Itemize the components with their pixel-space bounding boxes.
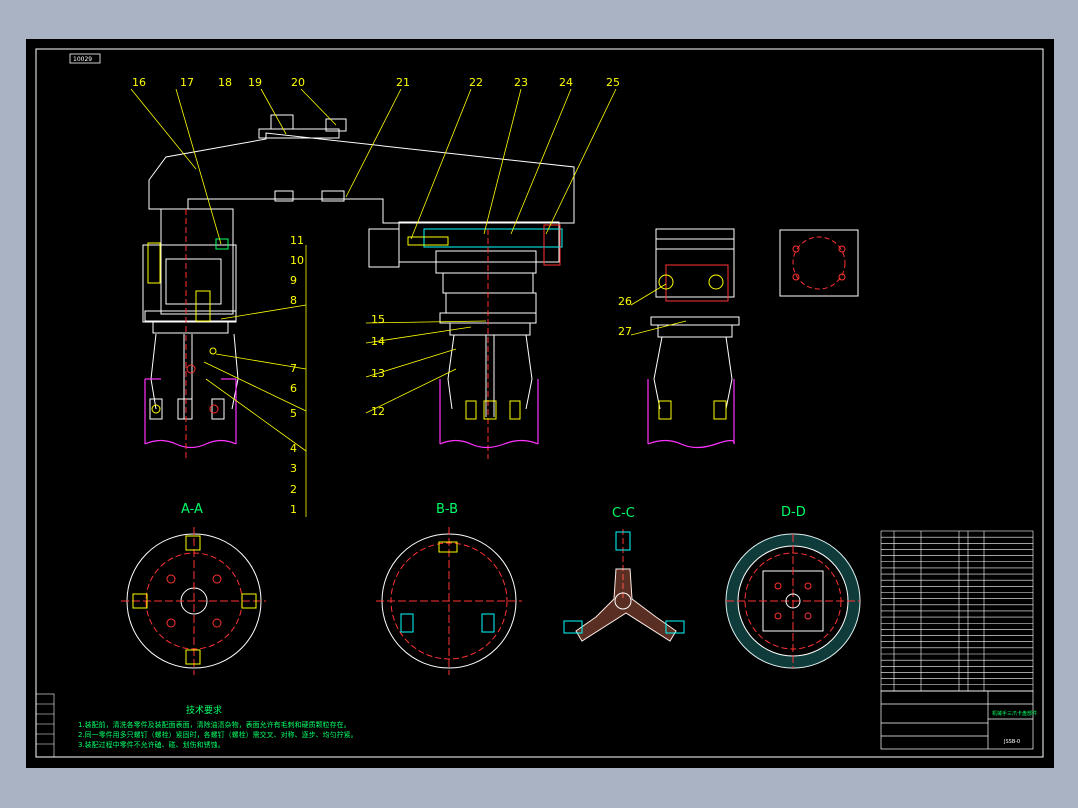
part-number-16: 16 (132, 76, 146, 89)
part-number-8: 8 (290, 294, 297, 307)
part-number-7: 7 (290, 362, 297, 375)
part-number-3: 3 (290, 462, 297, 475)
corner-tag-text: 10029 (73, 56, 92, 63)
part-number-25: 25 (606, 76, 620, 89)
drawing-sheet: 10029 16 17 18 19 20 21 22 23 24 25 11 1… (26, 39, 1054, 768)
part-number-11: 11 (290, 234, 304, 247)
middle-assembly-view (368, 221, 560, 417)
parts-list-table (880, 530, 1034, 692)
left-workpiece (144, 378, 237, 449)
left-assembly-view (142, 114, 575, 420)
part-number-10: 10 (290, 254, 304, 267)
part-number-13: 13 (371, 367, 385, 380)
section-label-c-c: C-C (612, 506, 635, 521)
section-a-a: A-A (121, 502, 266, 675)
section-b-b: B-B (376, 502, 522, 675)
part-number-17: 17 (180, 76, 194, 89)
part-number-9: 9 (290, 274, 297, 287)
part-number-20: 20 (291, 76, 305, 89)
left-stamp-column (35, 693, 55, 758)
part-number-26: 26 (618, 295, 632, 308)
cad-drawing: 10029 16 17 18 19 20 21 22 23 24 25 11 1… (35, 48, 1044, 758)
section-d-d: D-D (725, 505, 861, 669)
part-number-4: 4 (290, 442, 297, 455)
part-number-1: 1 (290, 503, 297, 516)
left-details (147, 209, 229, 459)
part-number-19: 19 (248, 76, 262, 89)
tech-requirement-line-3: 3.装配过程中零件不允许磕、碰、划伤和锈蚀。 (78, 740, 225, 749)
part-number-27: 27 (618, 325, 632, 338)
part-number-14: 14 (371, 335, 385, 348)
technical-requirements: 技术要求 1.装配前，清洗各零件及装配面表面，清除油渍杂物，表面允许有毛刺和硬质… (78, 704, 358, 749)
right-details (658, 236, 846, 420)
middle-workpiece (439, 379, 539, 449)
leader-lines (130, 88, 687, 517)
part-number-18: 18 (218, 76, 232, 89)
part-number-24: 24 (559, 76, 573, 89)
part-number-5: 5 (290, 407, 297, 420)
section-c-c: C-C (563, 506, 685, 642)
drawing-name: 机械手三爪卡盘部件 (992, 710, 1037, 717)
right-part-numbers: 26 27 (618, 295, 632, 338)
part-number-6: 6 (290, 382, 297, 395)
part-number-23: 23 (514, 76, 528, 89)
section-label-d-d: D-D (781, 505, 806, 520)
right-side-view (650, 228, 859, 410)
section-label-a-a: A-A (181, 502, 203, 517)
drawing-code: JSSB-0 (1003, 739, 1020, 745)
right-workpiece (647, 379, 735, 449)
border-frame (35, 48, 1044, 758)
left-column-part-numbers: 11 10 9 8 7 6 5 4 3 2 1 (290, 234, 304, 516)
section-label-b-b: B-B (436, 502, 458, 517)
tech-requirement-line-2: 2.同一零件用多只螺钉（螺栓）紧固时，各螺钉（螺栓）需交叉、对称、逐步、均匀拧紧… (78, 730, 358, 739)
part-number-21: 21 (396, 76, 410, 89)
top-part-numbers: 16 17 18 19 20 21 22 23 24 25 (132, 76, 620, 89)
tech-requirement-line-1: 1.装配前，清洗各零件及装配面表面，清除油渍杂物，表面允许有毛刺和硬质颗粒存在。 (78, 720, 351, 729)
part-number-2: 2 (290, 483, 297, 496)
tech-requirements-title: 技术要求 (186, 704, 222, 716)
middle-details (407, 224, 563, 459)
part-number-15: 15 (371, 313, 385, 326)
part-number-22: 22 (469, 76, 483, 89)
middle-part-numbers: 15 14 13 12 (371, 313, 385, 418)
part-number-12: 12 (371, 405, 385, 418)
